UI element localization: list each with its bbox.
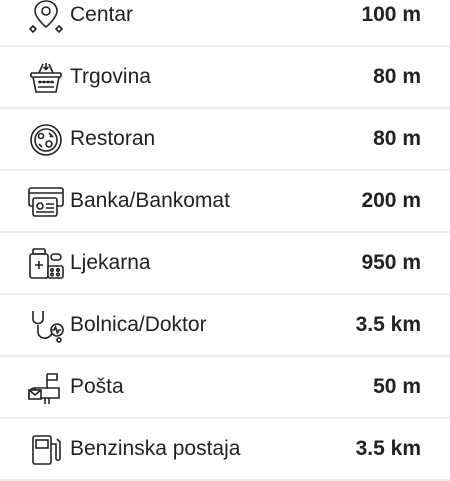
amenity-distance: 200 m: [361, 189, 421, 212]
amenity-label: Centar: [70, 3, 134, 26]
pharmacy-pills-icon: [27, 246, 65, 282]
mailbox-icon: [27, 370, 65, 406]
restaurant-plate-icon: [27, 122, 65, 158]
amenity-distance: 80 m: [373, 65, 421, 88]
list-item-ljekarna: Ljekarna 950 m: [0, 233, 450, 295]
list-item-benzinska: Benzinska postaja 3.5 km: [0, 419, 450, 481]
amenity-distance: 3.5 km: [355, 313, 421, 336]
fuel-pump-icon: [27, 432, 65, 468]
amenity-label: Benzinska postaja: [70, 437, 241, 460]
amenity-distance: 80 m: [373, 127, 421, 150]
amenity-label: Ljekarna: [70, 251, 151, 274]
amenities-distance-list: Centar 100 m Trgovina 80 m Restoran 80 m…: [0, 0, 450, 481]
list-item-posta: Pošta 50 m: [0, 357, 450, 419]
amenity-distance: 50 m: [373, 375, 421, 398]
amenity-label: Trgovina: [70, 65, 151, 88]
amenity-label: Banka/Bankomat: [70, 189, 230, 212]
amenity-distance: 950 m: [361, 251, 421, 274]
location-pin-icon: [27, 0, 65, 34]
amenity-label: Pošta: [70, 375, 124, 398]
shopping-basket-icon: [27, 60, 65, 96]
amenity-label: Restoran: [70, 127, 156, 150]
amenity-distance: 100 m: [361, 3, 421, 26]
stethoscope-icon: [27, 308, 65, 344]
list-item-banka: Banka/Bankomat 200 m: [0, 171, 450, 233]
bank-card-atm-icon: [27, 184, 65, 220]
amenity-label: Bolnica/Doktor: [70, 313, 207, 336]
amenity-distance: 3.5 km: [355, 437, 421, 460]
list-item-restoran: Restoran 80 m: [0, 109, 450, 171]
list-item-centar: Centar 100 m: [0, 0, 450, 47]
list-item-trgovina: Trgovina 80 m: [0, 47, 450, 109]
list-item-bolnica: Bolnica/Doktor 3.5 km: [0, 295, 450, 357]
